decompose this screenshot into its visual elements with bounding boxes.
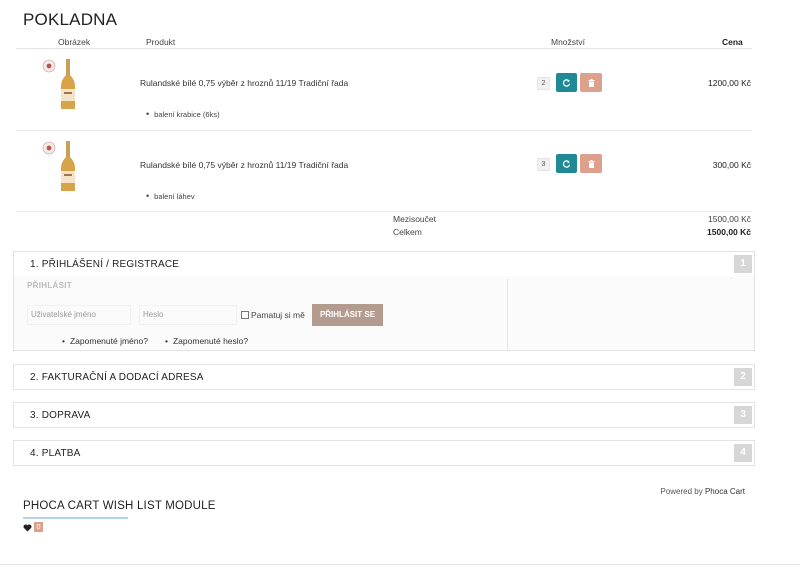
- step-title: 3. DOPRAVA: [30, 410, 91, 421]
- step-title: 1. PŘIHLÁŠENÍ / REGISTRACE: [30, 259, 180, 270]
- product-option: balení láhev: [146, 191, 194, 201]
- refresh-icon: [562, 79, 571, 87]
- quantity-input[interactable]: 3: [537, 158, 550, 171]
- trash-icon: [588, 159, 594, 168]
- product-name[interactable]: Rulandské bílé 0,75 výběr z hroznů 11/19…: [140, 78, 348, 88]
- step-shipping-panel[interactable]: 3. DOPRAVA 3: [13, 402, 755, 428]
- product-image[interactable]: [40, 56, 90, 112]
- bottom-divider: [0, 564, 800, 565]
- password-input[interactable]: Heslo: [139, 305, 237, 325]
- delete-button[interactable]: [580, 73, 602, 92]
- step-title: 2. FAKTURAČNÍ A DODACÍ ADRESA: [30, 372, 204, 383]
- step-login-panel[interactable]: 1. PŘIHLÁŠENÍ / REGISTRACE 1: [13, 251, 755, 277]
- product-option: balení krabice (6ks): [146, 109, 219, 119]
- login-section-label: PŘIHLÁSIT: [27, 281, 72, 290]
- step-number: 2: [734, 368, 752, 386]
- step-address-panel[interactable]: 2. FAKTURAČNÍ A DODACÍ ADRESA 2: [13, 364, 755, 390]
- powered-link[interactable]: Phoca Cart: [705, 487, 745, 496]
- header-image: Obrázek: [58, 37, 91, 47]
- forgot-username-link[interactable]: Zapomenuté jméno?: [62, 336, 148, 346]
- wishlist-underline: [23, 517, 128, 519]
- login-button[interactable]: PŘIHLÁSIT SE: [312, 304, 383, 326]
- subtotal-value: 1500,00 Kč: [707, 214, 751, 224]
- step-number: 1: [734, 255, 752, 273]
- header-quantity: Množství: [551, 37, 586, 47]
- wishlist-title: PHOCA CART WISH LIST MODULE: [23, 500, 216, 512]
- username-input[interactable]: Uživatelské jméno: [27, 305, 131, 325]
- row-divider: [16, 130, 752, 131]
- step-payment-panel[interactable]: 4. PLATBA 4: [13, 440, 755, 466]
- header-divider: [16, 48, 752, 49]
- subtotal-label: Mezisoučet: [393, 214, 436, 224]
- powered-by: Powered by Phoca Cart: [640, 487, 745, 496]
- quantity-input[interactable]: 2: [537, 77, 550, 90]
- delete-button[interactable]: [580, 154, 602, 173]
- powered-prefix: Powered by: [660, 487, 703, 496]
- product-price: 300,00 Kč: [712, 160, 751, 170]
- heart-icon[interactable]: [23, 524, 32, 534]
- wishlist-count-badge[interactable]: 0: [34, 522, 43, 532]
- step-number: 3: [734, 406, 752, 424]
- forgot-password-link[interactable]: Zapomenuté heslo?: [165, 336, 248, 346]
- remember-label[interactable]: Pamatuj si mě: [251, 310, 305, 320]
- refresh-button[interactable]: [556, 154, 577, 173]
- step-title: 4. PLATBA: [30, 448, 81, 459]
- header-price: Cena: [722, 37, 743, 47]
- step-number: 4: [734, 444, 752, 462]
- header-product: Produkt: [146, 37, 176, 47]
- product-image[interactable]: [40, 138, 90, 194]
- refresh-button[interactable]: [556, 73, 577, 92]
- trash-icon: [588, 78, 594, 87]
- row-divider: [16, 211, 752, 212]
- login-divider: [507, 279, 508, 351]
- product-price: 1200,00 Kč: [707, 78, 751, 88]
- remember-checkbox[interactable]: [241, 311, 249, 319]
- total-value: 1500,00 Kč: [707, 227, 751, 237]
- refresh-icon: [562, 160, 571, 168]
- page-title: POKLADNA: [23, 10, 118, 29]
- product-name[interactable]: Rulandské bílé 0,75 výběr z hroznů 11/19…: [140, 160, 348, 170]
- total-label: Celkem: [393, 227, 422, 237]
